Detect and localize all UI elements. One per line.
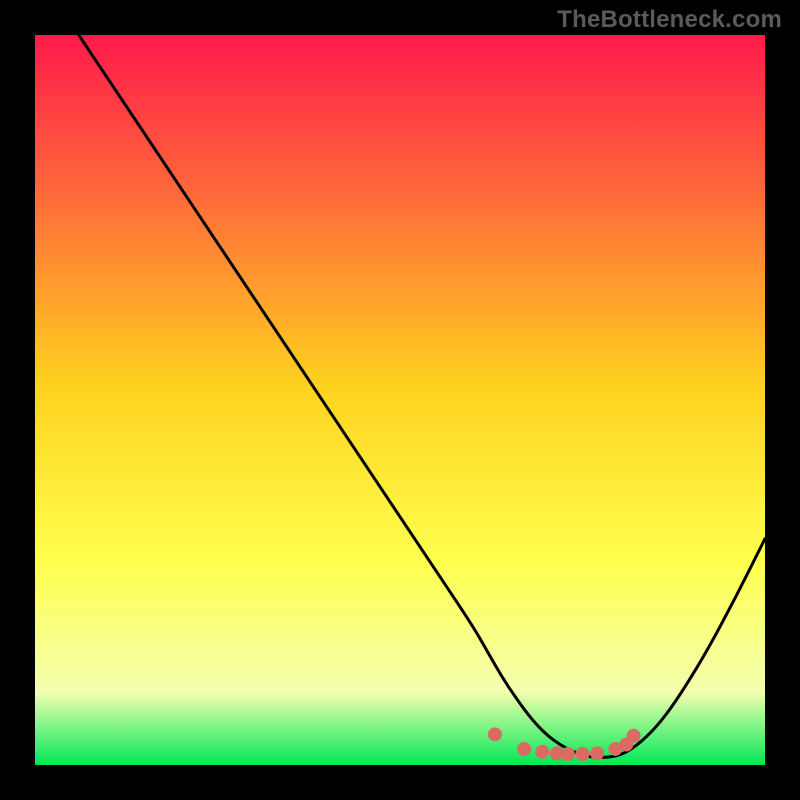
chart-frame: TheBottleneck.com bbox=[0, 0, 800, 800]
bottleneck-chart bbox=[35, 35, 765, 765]
marker-dot bbox=[590, 746, 604, 760]
marker-dot bbox=[561, 747, 575, 761]
watermark-text: TheBottleneck.com bbox=[557, 6, 782, 34]
plot-area bbox=[35, 35, 765, 765]
marker-dot bbox=[576, 747, 590, 761]
marker-dot bbox=[627, 729, 641, 743]
gradient-background bbox=[35, 35, 765, 765]
marker-dot bbox=[535, 745, 549, 759]
marker-dot bbox=[488, 727, 502, 741]
marker-dot bbox=[517, 742, 531, 756]
